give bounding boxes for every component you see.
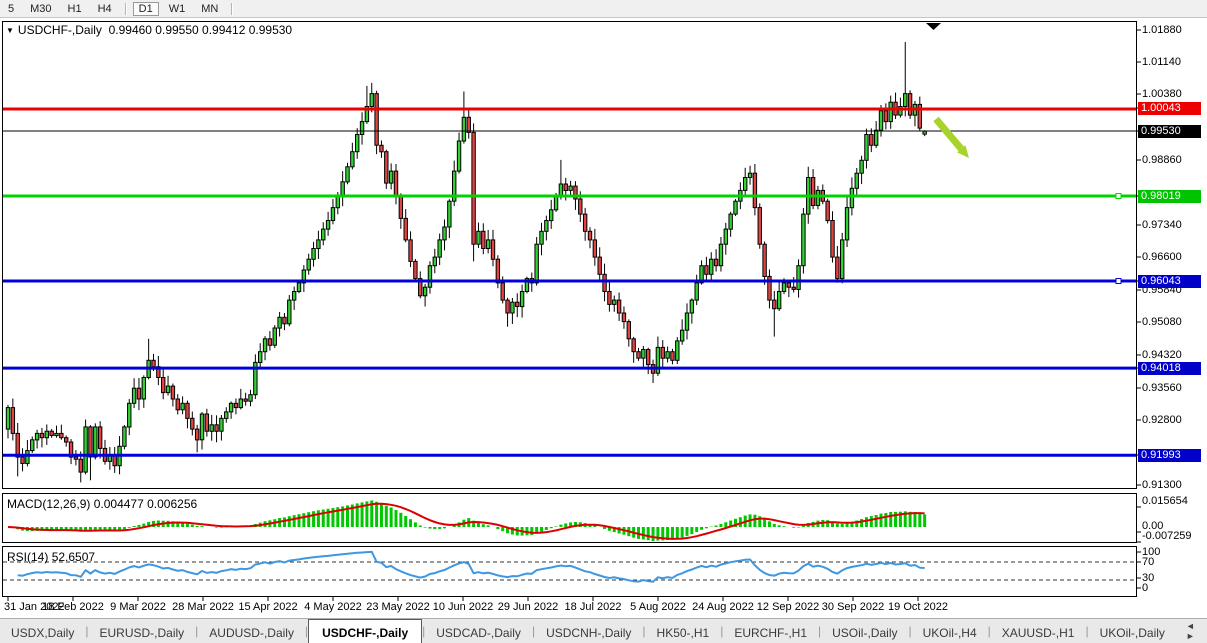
tab-eurchf-h1[interactable]: EURCHF-,H1 — [723, 619, 818, 643]
rsi-line — [18, 552, 925, 582]
chart-shift-marker — [926, 23, 941, 30]
tab-audusd-daily[interactable]: AUDUSD-,Daily — [198, 619, 305, 643]
y-axis-tick-label: 0.94320 — [1142, 349, 1182, 361]
rsi-name: RSI(14) — [7, 550, 48, 564]
macd-indicator-label: MACD(12,26,9) 0.004477 0.006256 — [7, 497, 197, 511]
chevron-down-icon[interactable]: ▼ — [6, 26, 14, 35]
timeframe-button-M30[interactable]: M30 — [24, 2, 57, 16]
timeframe-button-H4[interactable]: H4 — [92, 2, 118, 16]
date-label: 23 May 2022 — [366, 601, 430, 613]
macd-signal-value: 0.006256 — [147, 497, 197, 511]
price-badge: 0.94018 — [1138, 362, 1201, 375]
tab-scroll-arrows[interactable]: ◄ ► — [1176, 619, 1207, 643]
chart-region[interactable]: ▼ USDCHF-,Daily 0.99460 0.99550 0.99412 0… — [0, 0, 1207, 642]
toolbar-separator — [125, 3, 126, 15]
date-label: 19 Oct 2022 — [888, 601, 948, 613]
macd-value: 0.004477 — [94, 497, 144, 511]
date-label: 30 Sep 2022 — [822, 601, 884, 613]
symbol-tabbar: USDX,Daily|EURUSD-,Daily|AUDUSD-,Daily|U… — [0, 618, 1207, 643]
trend-arrow-shaft — [936, 119, 961, 149]
y-axis-tick-label: 0.95080 — [1142, 316, 1182, 328]
toolbar-separator — [231, 3, 232, 15]
date-label: 9 Mar 2022 — [110, 601, 166, 613]
date-label: 29 Jun 2022 — [498, 601, 559, 613]
date-label: 12 Sep 2022 — [757, 601, 819, 613]
rsi-panel-frame — [3, 547, 1137, 597]
chart-title-ohlc: 0.99460 0.99550 0.99412 0.99530 — [109, 23, 293, 37]
y-axis-tick-label: 1.01140 — [1142, 56, 1181, 68]
date-label: 28 Mar 2022 — [172, 601, 234, 613]
main-panel-frame — [3, 22, 1137, 489]
line-handle — [1116, 194, 1121, 199]
tab-hk50-h1[interactable]: HK50-,H1 — [646, 619, 721, 643]
y-axis-tick-label: 0.93560 — [1142, 382, 1182, 394]
chart-title: ▼ USDCHF-,Daily 0.99460 0.99550 0.99412 0… — [6, 23, 292, 37]
y-axis-tick-label: 0.98860 — [1142, 154, 1182, 166]
macd-name: MACD(12,26,9) — [7, 497, 90, 511]
tab-usoil-daily[interactable]: USOil-,Daily — [821, 619, 908, 643]
macd-axis-label: -0.007259 — [1142, 530, 1192, 542]
tab-usdcad-daily[interactable]: USDCAD-,Daily — [425, 619, 532, 643]
date-label: 4 May 2022 — [304, 601, 361, 613]
chart-title-symbol: USDCHF-,Daily — [18, 23, 102, 37]
timeframe-button-5[interactable]: 5 — [2, 2, 20, 16]
rsi-axis-label: 70 — [1142, 556, 1154, 568]
macd-axis-label: 0.015654 — [1142, 495, 1188, 507]
rsi-indicator-label: RSI(14) 52.6507 — [7, 550, 95, 564]
y-axis-tick-label: 1.00380 — [1142, 88, 1182, 100]
tab-usdx-daily[interactable]: USDX,Daily — [0, 619, 85, 643]
date-label: 18 Jul 2022 — [565, 601, 622, 613]
date-label: 10 Jun 2022 — [433, 601, 494, 613]
y-axis-tick-label: 0.92800 — [1142, 414, 1182, 426]
date-label: 18 Feb 2022 — [42, 601, 104, 613]
timeframe-toolbar: 5 M30 H1 H4 D1 W1MN — [0, 0, 1207, 18]
date-label: 24 Aug 2022 — [692, 601, 754, 613]
date-label: 5 Aug 2022 — [630, 601, 686, 613]
timeframe-button-D1[interactable]: D1 — [133, 2, 159, 16]
timeframe-button-H1[interactable]: H1 — [62, 2, 88, 16]
price-badge: 0.91993 — [1138, 449, 1201, 462]
line-handle — [1116, 279, 1121, 284]
price-badge: 0.96043 — [1138, 275, 1201, 288]
rsi-axis-label: 0 — [1142, 582, 1148, 594]
price-badge: 1.00043 — [1138, 102, 1201, 115]
rsi-value: 52.6507 — [52, 550, 95, 564]
tab-ukoil-h4[interactable]: UKOil-,H4 — [912, 619, 988, 643]
candlestick-chart[interactable] — [0, 0, 1207, 642]
y-axis-tick-label: 1.01880 — [1142, 24, 1182, 36]
y-axis-tick-label: 0.91300 — [1142, 479, 1182, 491]
y-axis-tick-label: 0.96600 — [1142, 251, 1182, 263]
timeframe-button-W1[interactable]: W1 — [163, 2, 192, 16]
mt4-window: { "toolbar": { "timeframes": ["5","M30",… — [0, 0, 1207, 642]
tab-usdchf-daily[interactable]: USDCHF-,Daily — [308, 619, 422, 643]
timeframe-button-MN[interactable]: MN — [195, 2, 224, 16]
tab-eurusd-daily[interactable]: EURUSD-,Daily — [88, 619, 195, 643]
tab-usdcnh-daily[interactable]: USDCNH-,Daily — [535, 619, 642, 643]
tab-xauusd-h1[interactable]: XAUUSD-,H1 — [991, 619, 1086, 643]
date-label: 15 Apr 2022 — [238, 601, 297, 613]
y-axis-tick-label: 0.97340 — [1142, 219, 1182, 231]
price-badge: 0.99530 — [1138, 125, 1201, 138]
price-badge: 0.98019 — [1138, 190, 1201, 203]
tab-ukoil-daily[interactable]: UKOil-,Daily — [1089, 619, 1176, 643]
